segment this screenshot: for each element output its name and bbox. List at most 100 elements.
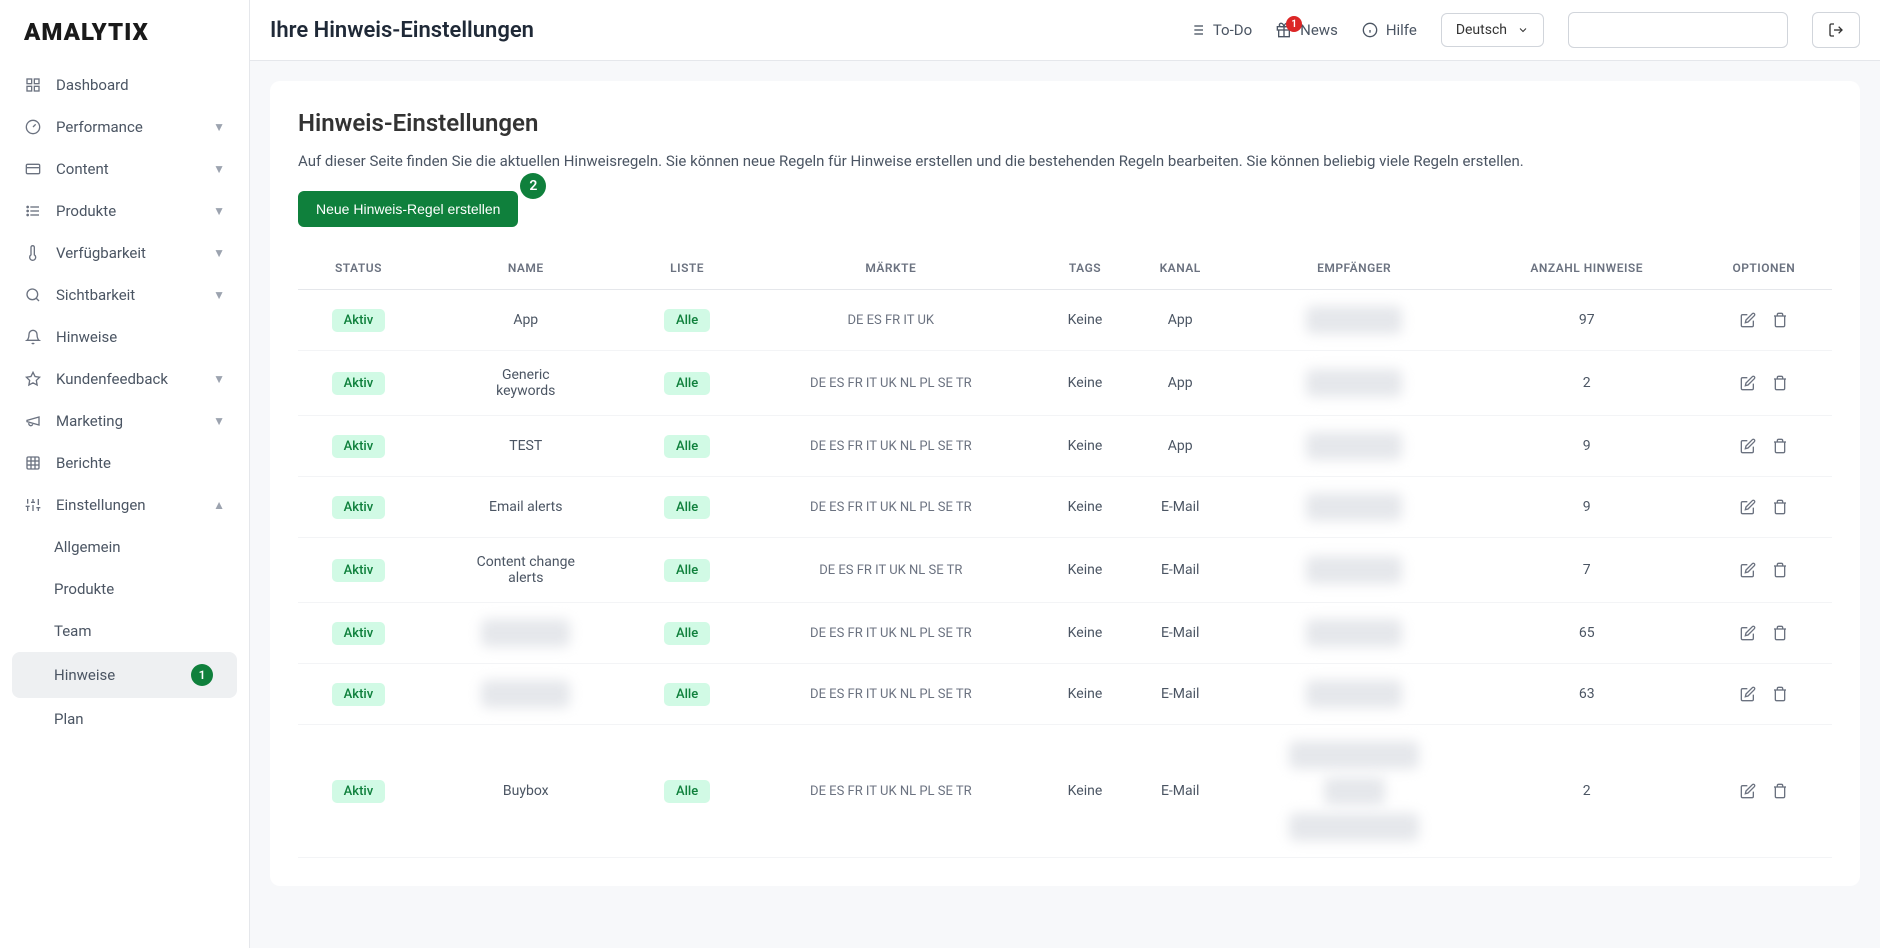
edit-icon[interactable] [1740, 783, 1756, 799]
trash-icon[interactable] [1772, 375, 1788, 391]
new-rule-button[interactable]: Neue Hinweis-Regel erstellen [298, 191, 518, 227]
status-badge: Aktiv [332, 435, 386, 458]
settings-card: Hinweis-Einstellungen Auf dieser Seite f… [270, 81, 1860, 886]
edit-icon[interactable] [1740, 375, 1756, 391]
news-link[interactable]: 1 News [1276, 21, 1338, 39]
sidebar-item-marketing[interactable]: Marketing ▼ [0, 400, 249, 442]
channel-cell: App [1130, 351, 1231, 416]
trash-icon[interactable] [1772, 686, 1788, 702]
trash-icon[interactable] [1772, 438, 1788, 454]
chevron-down-icon: ▼ [213, 162, 225, 176]
list-badge: Alle [664, 622, 710, 645]
edit-icon[interactable] [1740, 562, 1756, 578]
chevron-down-icon: ▼ [213, 288, 225, 302]
edit-icon[interactable] [1740, 438, 1756, 454]
chevron-down-icon: ▼ [213, 372, 225, 386]
sidebar: AMALYTIX Dashboard Performance ▼ Content… [0, 0, 250, 948]
channel-cell: E-Mail [1130, 538, 1231, 603]
blurred-recipient: xxxxxxxxxxxxx [1289, 813, 1419, 841]
trash-icon[interactable] [1772, 562, 1788, 578]
blurred-recipient: xxxxxxxx [1306, 369, 1402, 397]
sidebar-item-label: Marketing [56, 412, 213, 430]
table-row: Aktiv Email alerts Alle DE ES FR IT UK N… [298, 477, 1832, 538]
sidebar-subitem-produkte[interactable]: Produkte [0, 568, 249, 610]
chevron-down-icon: ▼ [213, 204, 225, 218]
card-description: Auf dieser Seite finden Sie die aktuelle… [298, 149, 1832, 173]
todo-label: To-Do [1213, 21, 1252, 39]
grid-icon [24, 454, 42, 472]
sidebar-item-verfügbarkeit[interactable]: Verfügbarkeit ▼ [0, 232, 249, 274]
tags-cell: Keine [1040, 290, 1130, 351]
table-row: Aktiv TEST Alle DE ES FR IT UK NL PL SE … [298, 416, 1832, 477]
trash-icon[interactable] [1772, 312, 1788, 328]
markets-cell: DE ES FR IT UK NL PL SE TR [742, 725, 1041, 858]
trash-icon[interactable] [1772, 499, 1788, 515]
sidebar-item-content[interactable]: Content ▼ [0, 148, 249, 190]
todo-link[interactable]: To-Do [1189, 21, 1252, 39]
news-label: News [1300, 21, 1338, 39]
th-channel: KANAL [1130, 247, 1231, 290]
status-badge: Aktiv [332, 309, 386, 332]
list-badge: Alle [664, 372, 710, 395]
status-badge: Aktiv [332, 780, 386, 803]
chevron-down-icon [1517, 24, 1529, 36]
count-cell: 2 [1478, 725, 1696, 858]
blurred-recipient: xxxxxxxx [1306, 556, 1402, 584]
table-row: Aktiv App Alle DE ES FR IT UK Keine App … [298, 290, 1832, 351]
blurred-recipient: xxxxxxxx [1306, 680, 1402, 708]
table-row: Aktiv Buybox Alle DE ES FR IT UK NL PL S… [298, 725, 1832, 858]
nav: Dashboard Performance ▼ Content ▼ Produk… [0, 64, 249, 948]
sidebar-item-produkte[interactable]: Produkte ▼ [0, 190, 249, 232]
tags-cell: Keine [1040, 664, 1130, 725]
status-badge: Aktiv [332, 496, 386, 519]
settings-icon [24, 496, 42, 514]
chevron-down-icon: ▼ [213, 246, 225, 260]
list-badge: Alle [664, 435, 710, 458]
sidebar-item-label: Dashboard [56, 76, 225, 94]
language-select[interactable]: Deutsch [1441, 13, 1544, 47]
tags-cell: Keine [1040, 725, 1130, 858]
rule-name: Generic keywords [471, 367, 581, 399]
sidebar-item-kundenfeedback[interactable]: Kundenfeedback ▼ [0, 358, 249, 400]
logo: AMALYTIX [0, 0, 249, 64]
edit-icon[interactable] [1740, 312, 1756, 328]
channel-cell: E-Mail [1130, 725, 1231, 858]
sidebar-item-label: Kundenfeedback [56, 370, 213, 388]
sidebar-subitem-plan[interactable]: Plan [0, 698, 249, 740]
edit-icon[interactable] [1740, 625, 1756, 641]
logout-button[interactable] [1812, 12, 1860, 48]
gauge-icon [24, 118, 42, 136]
sidebar-item-sichtbarkeit[interactable]: Sichtbarkeit ▼ [0, 274, 249, 316]
count-cell: 7 [1478, 538, 1696, 603]
table-row: Aktiv xxxxxxx Alle DE ES FR IT UK NL PL … [298, 603, 1832, 664]
sidebar-item-berichte[interactable]: Berichte [0, 442, 249, 484]
sidebar-subitem-allgemein[interactable]: Allgemein [0, 526, 249, 568]
star-icon [24, 370, 42, 388]
sidebar-item-label: Verfügbarkeit [56, 244, 213, 262]
edit-icon[interactable] [1740, 499, 1756, 515]
blurred-recipient: xxxxxxxxxxxxx [1289, 741, 1419, 769]
chevron-up-icon: ▲ [213, 498, 225, 512]
help-link[interactable]: Hilfe [1362, 21, 1417, 39]
sidebar-item-performance[interactable]: Performance ▼ [0, 106, 249, 148]
blurred-recipient: xxx [1324, 777, 1385, 805]
rule-name: Email alerts [471, 499, 581, 515]
sidebar-item-label: Berichte [56, 454, 225, 472]
trash-icon[interactable] [1772, 783, 1788, 799]
sidebar-item-einstellungen[interactable]: Einstellungen ▲ [0, 484, 249, 526]
list-icon [1189, 22, 1205, 38]
th-status: STATUS [298, 247, 419, 290]
search-input[interactable] [1568, 12, 1788, 48]
status-badge: Aktiv [332, 372, 386, 395]
sidebar-subitem-team[interactable]: Team [0, 610, 249, 652]
trash-icon[interactable] [1772, 625, 1788, 641]
blurred-recipient: xxxxxxxx [1306, 432, 1402, 460]
markets-cell: DE ES FR IT UK NL PL SE TR [742, 416, 1041, 477]
edit-icon[interactable] [1740, 686, 1756, 702]
table-row: Aktiv Content change alerts Alle DE ES F… [298, 538, 1832, 603]
rule-name: App [471, 312, 581, 328]
sidebar-item-hinweise[interactable]: Hinweise [0, 316, 249, 358]
sidebar-item-dashboard[interactable]: Dashboard [0, 64, 249, 106]
sidebar-subitem-hinweise[interactable]: Hinweise 1 [12, 652, 237, 698]
sidebar-item-label: Content [56, 160, 213, 178]
